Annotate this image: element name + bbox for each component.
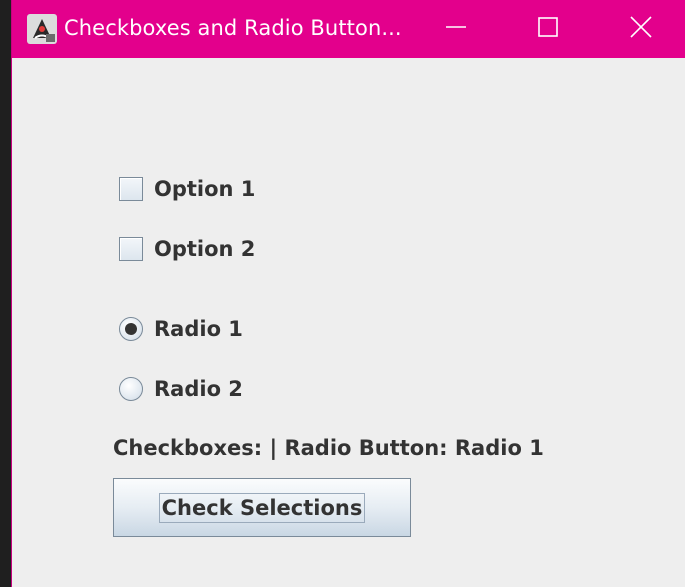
checkbox-box[interactable] (119, 177, 143, 201)
radio-selected-dot (125, 323, 137, 335)
radio-2[interactable]: Radio 2 (119, 375, 243, 403)
radio-label[interactable]: Radio 2 (154, 377, 243, 401)
window-title: Checkboxes and Radio Button... (64, 16, 402, 40)
checkbox-option-2[interactable]: Option 2 (119, 235, 255, 263)
minimize-icon (445, 16, 467, 43)
minimize-button[interactable] (416, 0, 496, 58)
radio-label[interactable]: Radio 1 (154, 317, 243, 341)
close-icon (629, 15, 653, 44)
maximize-icon (537, 16, 559, 43)
checkbox-box[interactable] (119, 237, 143, 261)
button-focus-ring: Check Selections (158, 492, 366, 523)
checkbox-option-1[interactable]: Option 1 (119, 175, 255, 203)
radio-1[interactable]: Radio 1 (119, 315, 243, 343)
maximize-button[interactable] (508, 0, 588, 58)
checkbox-label[interactable]: Option 2 (154, 237, 255, 261)
java-duke-icon (27, 14, 57, 44)
radio-circle[interactable] (119, 317, 143, 341)
close-button[interactable] (601, 0, 681, 58)
title-bar[interactable]: Checkboxes and Radio Button... (12, 0, 685, 58)
content-pane: Option 1 Option 2 Radio 1 Radio 2 Checkb… (12, 58, 685, 587)
check-selections-button[interactable]: Check Selections (113, 478, 411, 537)
radio-circle[interactable] (119, 377, 143, 401)
app-window: Checkboxes and Radio Button... Option 1 (11, 0, 685, 587)
check-selections-label: Check Selections (161, 495, 363, 520)
checkbox-label[interactable]: Option 1 (154, 177, 255, 201)
selection-status-label: Checkboxes: | Radio Button: Radio 1 (113, 436, 544, 460)
